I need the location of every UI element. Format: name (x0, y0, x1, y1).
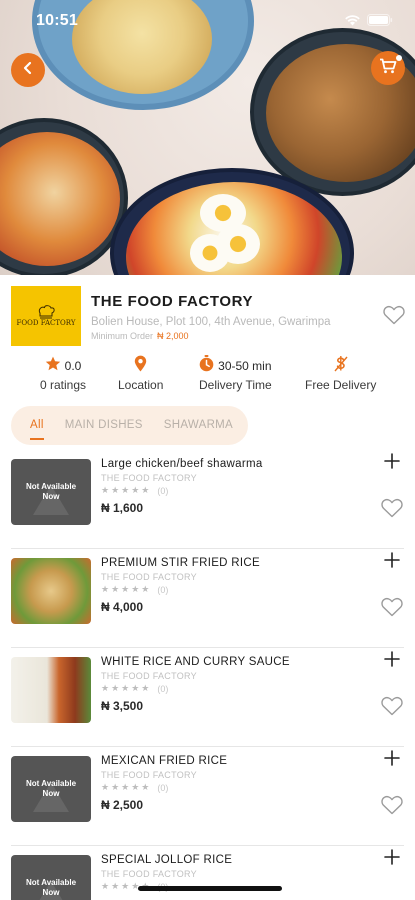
status-time: 10:51 (36, 12, 78, 29)
item-image (11, 558, 91, 624)
wifi-icon (344, 14, 361, 26)
item-rating: ★★★★★ (0) (101, 782, 168, 793)
logo-text: FOOD FACTORY (16, 319, 76, 327)
item-image-unavailable: Not Available Now (11, 756, 91, 822)
favorite-button[interactable] (381, 498, 403, 518)
delivery-fee-stat: Free Delivery (305, 355, 377, 392)
not-available-label: Not Available Now (25, 482, 77, 501)
restaurant-header: FOOD FACTORY THE FOOD FACTORY Bolien Hou… (0, 275, 415, 355)
rating-stat: 0.0 0 ratings (40, 356, 87, 392)
plus-icon (384, 552, 400, 568)
location-stat[interactable]: Location (118, 355, 164, 392)
not-available-label: Not Available Now (25, 779, 77, 798)
item-price: ₦ 4,000 (101, 600, 144, 614)
plus-icon (384, 651, 400, 667)
restaurant-stats: 0.0 0 ratings Location 30-50 min Deliver… (0, 355, 415, 395)
item-vendor: THE FOOD FACTORY (101, 572, 197, 582)
category-tabs: All MAIN DISHES SHAWARMA (11, 406, 248, 445)
item-image-unavailable: Not Available Now (11, 855, 91, 900)
rating-count: (0) (157, 782, 169, 793)
add-to-cart-button[interactable] (383, 749, 401, 767)
restaurant-address: Bolien House, Plot 100, 4th Avenue, Gwar… (91, 316, 331, 328)
delivery-time-value: 30-50 min (218, 359, 272, 373)
item-name: SPECIAL JOLLOF RICE (101, 854, 233, 866)
add-to-cart-button[interactable] (383, 848, 401, 866)
penne-plate (0, 118, 128, 275)
plus-icon (384, 453, 400, 469)
add-to-cart-button[interactable] (383, 650, 401, 668)
heart-icon (381, 498, 403, 518)
delivery-fee-label: Free Delivery (305, 378, 377, 392)
cart-icon (379, 58, 397, 79)
tab-all[interactable]: All (30, 406, 44, 445)
menu-item[interactable]: WHITE RICE AND CURRY SAUCE THE FOOD FACT… (0, 648, 415, 747)
heart-icon (383, 305, 405, 325)
tab-main-dishes[interactable]: MAIN DISHES (65, 406, 143, 445)
favorite-restaurant-button[interactable] (383, 305, 405, 330)
item-rating: ★★★★★ (0) (101, 584, 168, 595)
item-name: MEXICAN FRIED RICE (101, 755, 228, 767)
minimum-order-amount: ₦ 2,000 (157, 331, 189, 341)
back-button[interactable] (11, 53, 45, 87)
rating-count: (0) (157, 485, 169, 496)
star-rating: ★★★★★ (101, 683, 152, 693)
item-price: ₦ 3,500 (101, 699, 144, 713)
item-name: WHITE RICE AND CURRY SAUCE (101, 656, 290, 668)
item-vendor: THE FOOD FACTORY (101, 473, 197, 483)
add-to-cart-button[interactable] (383, 452, 401, 470)
favorite-button[interactable] (381, 597, 403, 617)
star-rating: ★★★★★ (101, 584, 152, 594)
not-available-label: Not Available Now (25, 878, 77, 897)
item-image-unavailable: Not Available Now (11, 459, 91, 525)
item-vendor: THE FOOD FACTORY (101, 869, 197, 879)
heart-icon (381, 597, 403, 617)
heart-icon (381, 795, 403, 815)
location-label: Location (118, 378, 164, 392)
cart-badge (396, 55, 402, 61)
rating-count: (0) (157, 683, 169, 694)
rating-count: (0) (157, 584, 169, 595)
location-pin-icon (134, 355, 147, 377)
restaurant-name: THE FOOD FACTORY (91, 293, 254, 310)
chevron-left-icon (22, 61, 34, 80)
favorite-button[interactable] (381, 696, 403, 716)
dollar-strike-icon (333, 355, 349, 378)
add-to-cart-button[interactable] (383, 551, 401, 569)
home-indicator[interactable] (138, 886, 282, 891)
item-vendor: THE FOOD FACTORY (101, 770, 197, 780)
minimum-order: Minimum Order ₦ 2,000 (91, 331, 189, 341)
item-price: ₦ 1,600 (101, 501, 144, 515)
star-icon (45, 356, 61, 376)
item-rating: ★★★★★ (0) (101, 485, 168, 496)
rating-value: 0.0 (64, 359, 82, 373)
item-image (11, 657, 91, 723)
cart-button[interactable] (371, 51, 405, 85)
delivery-time-label: Delivery Time (199, 378, 272, 392)
menu-item[interactable]: PREMIUM STIR FRIED RICE THE FOOD FACTORY… (0, 549, 415, 648)
plus-icon (384, 750, 400, 766)
status-bar: 10:51 (0, 0, 415, 44)
star-rating: ★★★★★ (101, 782, 152, 792)
plus-icon (384, 849, 400, 865)
stopwatch-icon (199, 355, 214, 377)
minimum-order-label: Minimum Order (91, 331, 154, 341)
chef-hat-icon (38, 305, 55, 319)
item-rating: ★★★★★ (0) (101, 683, 168, 694)
rating-label: 0 ratings (40, 378, 87, 392)
menu-item[interactable]: Not Available Now Large chicken/beef sha… (0, 450, 415, 549)
battery-icon (367, 14, 393, 26)
menu-item[interactable]: Not Available Now SPECIAL JOLLOF RICE TH… (0, 846, 415, 900)
delivery-time-stat: 30-50 min Delivery Time (199, 355, 272, 392)
item-name: Large chicken/beef shawarma (101, 458, 263, 470)
favorite-button[interactable] (381, 795, 403, 815)
heart-icon (381, 696, 403, 716)
item-name: PREMIUM STIR FRIED RICE (101, 557, 260, 569)
tab-shawarma[interactable]: SHAWARMA (164, 406, 233, 445)
restaurant-logo: FOOD FACTORY (11, 286, 81, 346)
item-price: ₦ 2,500 (101, 798, 144, 812)
menu-item[interactable]: Not Available Now MEXICAN FRIED RICE THE… (0, 747, 415, 846)
star-rating: ★★★★★ (101, 485, 152, 495)
item-vendor: THE FOOD FACTORY (101, 671, 197, 681)
hero-image: 10:51 (0, 0, 415, 275)
